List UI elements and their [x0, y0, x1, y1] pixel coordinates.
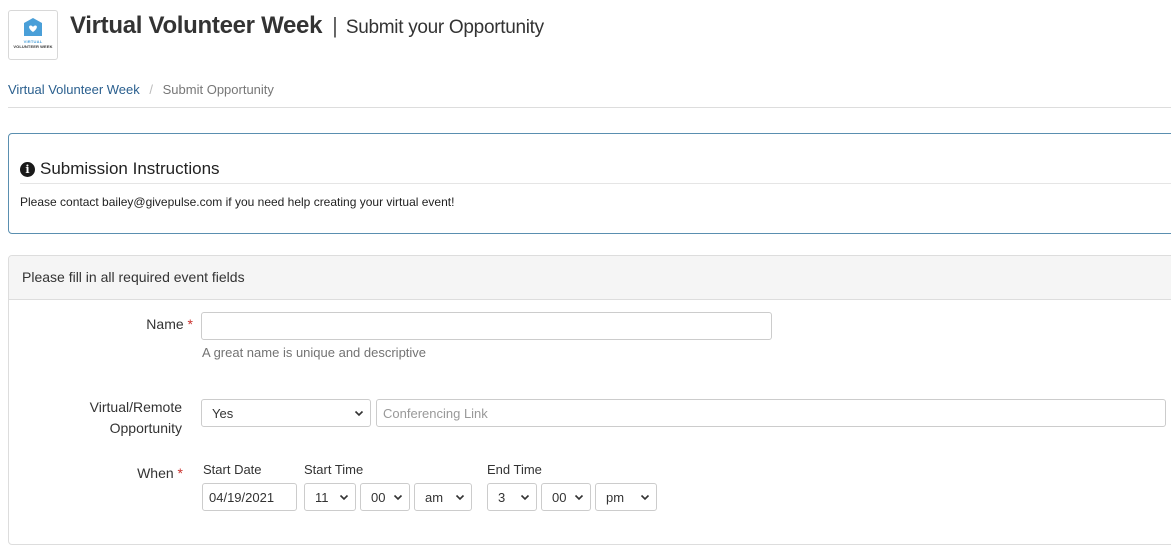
when-label-row: When * [69, 463, 183, 484]
logo-text-line2: VOLUNTEER WEEK [13, 44, 53, 49]
virtual-select-value: Yes [212, 405, 234, 421]
when-label: When [137, 465, 174, 481]
name-label-row: Name * [69, 314, 193, 335]
start-ampm-value: am [425, 489, 444, 505]
chevron-down-icon [455, 494, 465, 501]
start-minute-value: 00 [371, 489, 386, 505]
form-heading: Please fill in all required event fields [9, 256, 1171, 300]
end-ampm-select[interactable]: pm [595, 483, 657, 511]
title-separator: | [332, 13, 338, 38]
page-subtitle: Submit your Opportunity [345, 17, 544, 38]
instructions-title-row: i Submission Instructions [20, 159, 220, 179]
breadcrumb-current: Submit Opportunity [162, 82, 274, 97]
instructions-panel: i Submission Instructions Please contact… [8, 133, 1171, 234]
chevron-down-icon [354, 410, 364, 417]
breadcrumb-separator: / [149, 82, 154, 97]
start-hour-value: 11 [315, 489, 329, 505]
start-date-label: Start Date [203, 462, 262, 477]
chevron-down-icon [520, 494, 530, 501]
start-time-label: Start Time [304, 462, 364, 477]
instructions-divider [20, 183, 1171, 184]
virtual-label: Virtual/Remote Opportunity [29, 397, 182, 439]
name-label: Name [146, 316, 184, 332]
start-date-input[interactable] [202, 483, 297, 511]
header-divider [8, 107, 1171, 108]
start-ampm-select[interactable]: am [414, 483, 472, 511]
page-header: VIRTUAL VOLUNTEER WEEK Virtual Volunteer… [8, 10, 544, 64]
chevron-down-icon [574, 494, 584, 501]
instructions-text: Please contact bailey@givepulse.com if y… [20, 195, 455, 209]
start-hour-select[interactable]: 11 [304, 483, 356, 511]
info-icon: i [20, 161, 35, 177]
name-help-text: A great name is unique and descriptive [202, 345, 427, 360]
end-hour-value: 3 [498, 489, 506, 505]
event-form-panel: Please fill in all required event fields… [8, 255, 1171, 545]
house-heart-icon [24, 18, 42, 36]
chevron-down-icon [640, 494, 650, 501]
breadcrumb: Virtual Volunteer Week / Submit Opportun… [8, 82, 274, 97]
required-marker: * [187, 316, 193, 332]
end-ampm-value: pm [606, 489, 625, 505]
name-input[interactable] [201, 312, 772, 340]
breadcrumb-home-link[interactable]: Virtual Volunteer Week [8, 82, 140, 97]
chevron-down-icon [393, 494, 403, 501]
chevron-down-icon [339, 494, 349, 501]
virtual-label-line1: Virtual/Remote [89, 399, 182, 415]
virtual-label-line2: Opportunity [109, 420, 182, 436]
virtual-select[interactable]: Yes [201, 399, 371, 427]
end-hour-select[interactable]: 3 [487, 483, 537, 511]
end-time-label: End Time [487, 462, 542, 477]
required-marker: * [177, 465, 183, 481]
organization-logo[interactable]: VIRTUAL VOLUNTEER WEEK [8, 10, 58, 60]
end-minute-value: 00 [552, 489, 567, 505]
instructions-title: Submission Instructions [40, 159, 220, 178]
conferencing-link-input[interactable] [376, 399, 1166, 427]
end-minute-select[interactable]: 00 [541, 483, 591, 511]
start-minute-select[interactable]: 00 [360, 483, 410, 511]
site-title[interactable]: Virtual Volunteer Week [70, 12, 322, 40]
